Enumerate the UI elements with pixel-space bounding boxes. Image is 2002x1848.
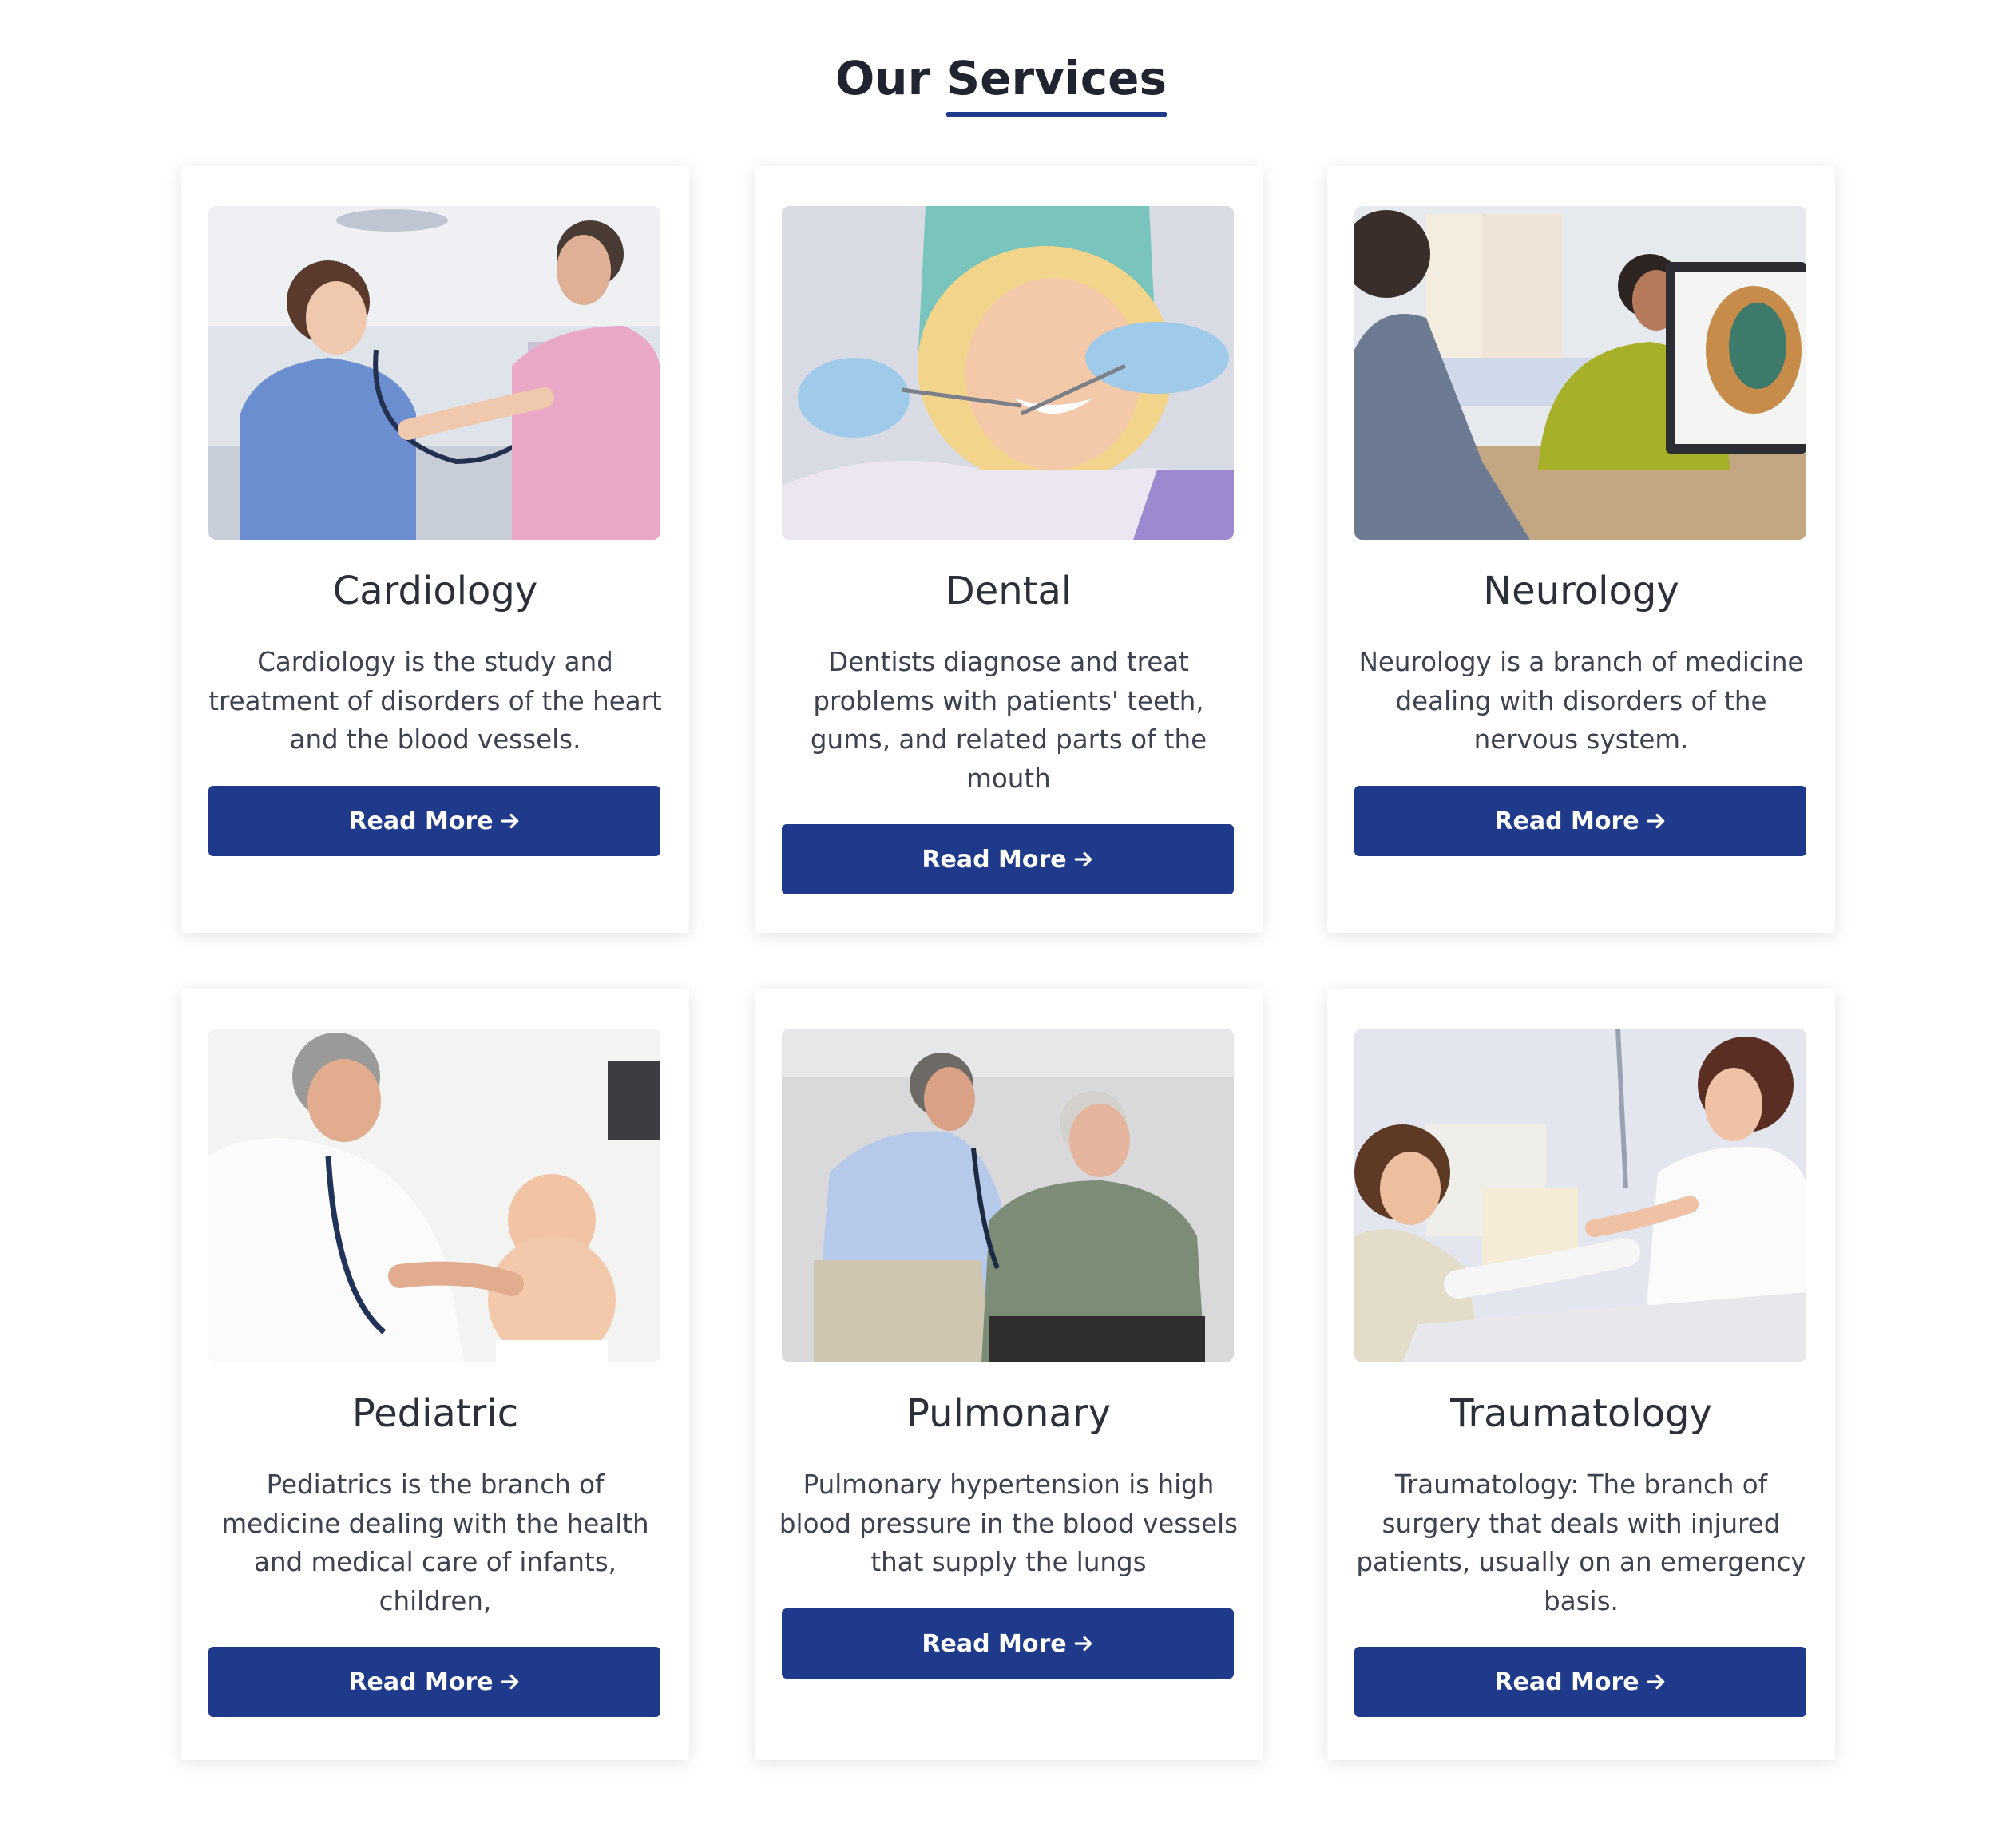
- read-more-label: Read More: [348, 807, 494, 835]
- arrow-right-icon: [501, 813, 518, 829]
- title-underline: [946, 112, 1168, 117]
- traumatology-image: [1354, 1029, 1806, 1362]
- doctor-with-brain-scan-monitor-photo: [1354, 206, 1806, 540]
- services-page: Our Services Cardiology Cardiology is th…: [0, 0, 2002, 1848]
- pulmonary-image: [782, 1029, 1234, 1362]
- read-more-label: Read More: [1494, 807, 1639, 835]
- section-title: Our Services: [0, 46, 2002, 117]
- cardiology-image: [208, 206, 660, 540]
- service-description: Pediatrics is the branch of medicine dea…: [221, 1469, 649, 1616]
- arrow-right-icon: [1074, 851, 1092, 867]
- doctor-examining-baby-photo: [208, 1029, 660, 1362]
- read-more-button[interactable]: Read More: [1354, 1647, 1806, 1717]
- read-more-label: Read More: [348, 1668, 494, 1696]
- service-title: Cardiology: [332, 569, 538, 613]
- read-more-button[interactable]: Read More: [1354, 786, 1806, 856]
- read-more-button[interactable]: Read More: [782, 824, 1234, 894]
- neurology-image: [1354, 206, 1806, 540]
- service-title: Pediatric: [351, 1391, 519, 1436]
- service-description: Neurology is a branch of medicine dealin…: [1358, 647, 1804, 755]
- service-title: Traumatology: [1450, 1391, 1712, 1436]
- service-card-cardiology: Cardiology Cardiology is the study and t…: [181, 166, 689, 933]
- read-more-button[interactable]: Read More: [208, 786, 660, 856]
- service-card-dental: Dental Dentists diagnose and treat probl…: [755, 166, 1263, 933]
- read-more-button[interactable]: Read More: [208, 1647, 660, 1717]
- dental-image: [782, 206, 1234, 540]
- read-more-label: Read More: [922, 845, 1067, 874]
- doctor-listening-to-elderly-patient-photo: [782, 1029, 1234, 1362]
- smiling-dental-patient-photo: [782, 206, 1234, 540]
- section-title-first: Our: [834, 51, 931, 105]
- service-card-traumatology: Traumatology Traumatology: The branch of…: [1327, 989, 1835, 1760]
- arrow-right-icon: [1647, 813, 1664, 829]
- service-card-neurology: Neurology Neurology is a branch of medic…: [1327, 166, 1835, 933]
- service-description: Cardiology is the study and treatment of…: [208, 647, 662, 755]
- read-more-button[interactable]: Read More: [782, 1608, 1234, 1679]
- pediatric-image: [208, 1029, 660, 1362]
- section-title-second: Services: [946, 51, 1168, 105]
- service-title: Pulmonary: [906, 1391, 1111, 1436]
- nurse-bandaging-arm-photo: [1354, 1029, 1806, 1362]
- service-card-pediatric: Pediatric Pediatrics is the branch of me…: [181, 989, 689, 1760]
- service-title: Neurology: [1483, 569, 1679, 613]
- service-description: Dentists diagnose and treat problems wit…: [810, 647, 1207, 794]
- arrow-right-icon: [1074, 1636, 1092, 1652]
- service-description: Traumatology: The branch of surgery that…: [1356, 1469, 1806, 1616]
- arrow-right-icon: [501, 1674, 518, 1690]
- service-title: Dental: [945, 569, 1072, 613]
- nurse-listening-to-patient-heart-photo: [208, 206, 660, 540]
- read-more-label: Read More: [1494, 1668, 1639, 1696]
- service-card-pulmonary: Pulmonary Pulmonary hypertension is high…: [755, 989, 1263, 1760]
- service-description: Pulmonary hypertension is high blood pre…: [779, 1469, 1239, 1577]
- arrow-right-icon: [1647, 1674, 1664, 1690]
- read-more-label: Read More: [922, 1629, 1067, 1658]
